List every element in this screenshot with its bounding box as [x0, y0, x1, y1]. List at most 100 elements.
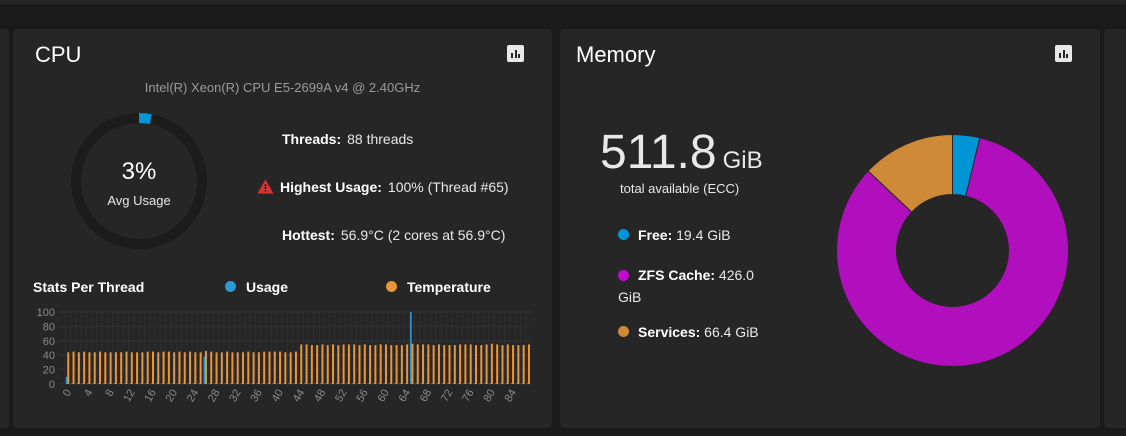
temperature-bar — [321, 344, 324, 384]
usage-bar — [251, 383, 253, 384]
usage-bar — [124, 383, 126, 384]
temperature-bar — [109, 352, 112, 384]
usage-bar — [394, 383, 396, 384]
usage-bar — [87, 383, 89, 384]
temperature-legend-dot — [386, 281, 397, 292]
temperature-bar — [130, 352, 133, 384]
usage-bar — [113, 383, 116, 384]
usage-bar — [452, 383, 455, 384]
usage-bar — [515, 383, 518, 384]
x-tick-label: 24 — [185, 388, 202, 405]
temperature-bar — [464, 344, 467, 384]
temperature-bar — [189, 351, 192, 384]
temperature-bar — [300, 344, 303, 384]
x-tick-label: 36 — [248, 388, 265, 405]
temperature-bar — [337, 345, 340, 384]
usage-bar — [203, 356, 206, 384]
legend-usage: Usage — [225, 279, 288, 295]
temperature-bar — [157, 352, 160, 384]
usage-bar — [457, 383, 460, 384]
temperature-bar — [231, 352, 234, 384]
memory-zfs-item: ZFS Cache: 426.0 GiB — [618, 264, 768, 308]
temperature-bar — [400, 345, 403, 384]
memory-card: Memory 511.8 GiB total available (ECC) Fr… — [560, 29, 1100, 428]
temperature-bar — [247, 351, 250, 384]
temperature-bar — [120, 352, 123, 384]
temperature-bar — [411, 343, 414, 384]
usage-bar — [304, 383, 306, 384]
usage-bar — [139, 383, 142, 384]
usage-bar — [65, 376, 68, 384]
hottest-value: 56.9°C (2 cores at 56.9°C) — [340, 227, 506, 243]
right-card-edge — [1104, 29, 1126, 428]
usage-legend-dot — [225, 281, 236, 292]
x-tick-label: 76 — [460, 388, 477, 405]
temperature-bar — [136, 352, 139, 384]
usage-bar — [230, 383, 232, 384]
usage-bar — [415, 383, 417, 384]
usage-bar — [198, 383, 200, 384]
usage-bar — [341, 383, 343, 384]
temperature-bar — [485, 344, 488, 384]
temperature-bar — [379, 344, 382, 384]
memory-bar-chart-icon[interactable] — [1055, 45, 1072, 62]
highest-usage-label: Highest Usage: — [280, 179, 382, 195]
x-tick-label: 16 — [142, 388, 159, 405]
temperature-bar — [83, 351, 86, 384]
usage-bar — [192, 383, 195, 384]
usage-bar — [320, 383, 322, 384]
x-tick-label: 28 — [206, 388, 223, 405]
temperature-bar — [204, 350, 207, 384]
usage-bar — [463, 383, 465, 384]
usage-bar — [484, 383, 486, 384]
usage-bar — [510, 383, 513, 384]
usage-bar — [372, 383, 375, 384]
x-tick-label: 4 — [82, 388, 95, 399]
memory-services-item: Services: 66.4 GiB — [618, 324, 759, 340]
usage-bar — [102, 383, 105, 384]
memory-total-subtitle: total available (ECC) — [620, 181, 740, 196]
temperature-bar — [183, 352, 186, 384]
temperature-bar — [517, 345, 520, 384]
usage-bar — [145, 383, 147, 384]
temperature-bar — [369, 345, 372, 384]
services-value: 66.4 GiB — [704, 324, 759, 340]
highest-usage-stat: Highest Usage: 100% (Thread #65) — [257, 179, 509, 195]
temperature-bar — [273, 351, 276, 384]
hottest-stat: Hottest: 56.9°C (2 cores at 56.9°C) — [282, 227, 505, 243]
temperature-bar — [459, 344, 462, 384]
temperature-bar — [437, 344, 440, 384]
usage-bar — [357, 383, 359, 384]
x-tick-label: 52 — [333, 388, 350, 405]
y-tick-label: 40 — [43, 350, 55, 362]
threads-value: 88 threads — [347, 131, 414, 147]
usage-bar — [219, 383, 222, 384]
usage-bar — [235, 383, 237, 384]
temperature-bar — [374, 345, 377, 384]
temperature-bar — [347, 344, 350, 384]
temperature-bar — [363, 344, 366, 384]
legend-temperature: Temperature — [386, 279, 491, 295]
usage-bar — [404, 383, 407, 384]
usage-bar — [150, 383, 153, 384]
temperature-bar — [395, 345, 398, 384]
temperature-bar — [448, 345, 451, 384]
usage-bar — [161, 383, 163, 384]
cpu-bar-chart-icon[interactable] — [507, 45, 524, 62]
memory-total-value: 511.8 — [600, 126, 717, 179]
usage-bar — [214, 383, 216, 384]
threads-stat: Threads: 88 threads — [282, 131, 413, 147]
temperature-bar — [501, 345, 504, 384]
x-tick-label: 60 — [375, 388, 392, 405]
memory-free-item: Free: 19.4 GiB — [618, 227, 731, 243]
x-tick-label: 0 — [61, 388, 74, 399]
temperature-bar — [305, 344, 308, 384]
temperature-bar — [268, 351, 271, 384]
usage-bar — [245, 383, 248, 384]
temperature-bar — [226, 351, 229, 384]
temperature-bar — [104, 352, 107, 384]
temperature-bar — [294, 351, 297, 384]
usage-bar — [76, 383, 79, 384]
usage-bar — [272, 383, 274, 384]
temperature-bar — [443, 345, 446, 384]
